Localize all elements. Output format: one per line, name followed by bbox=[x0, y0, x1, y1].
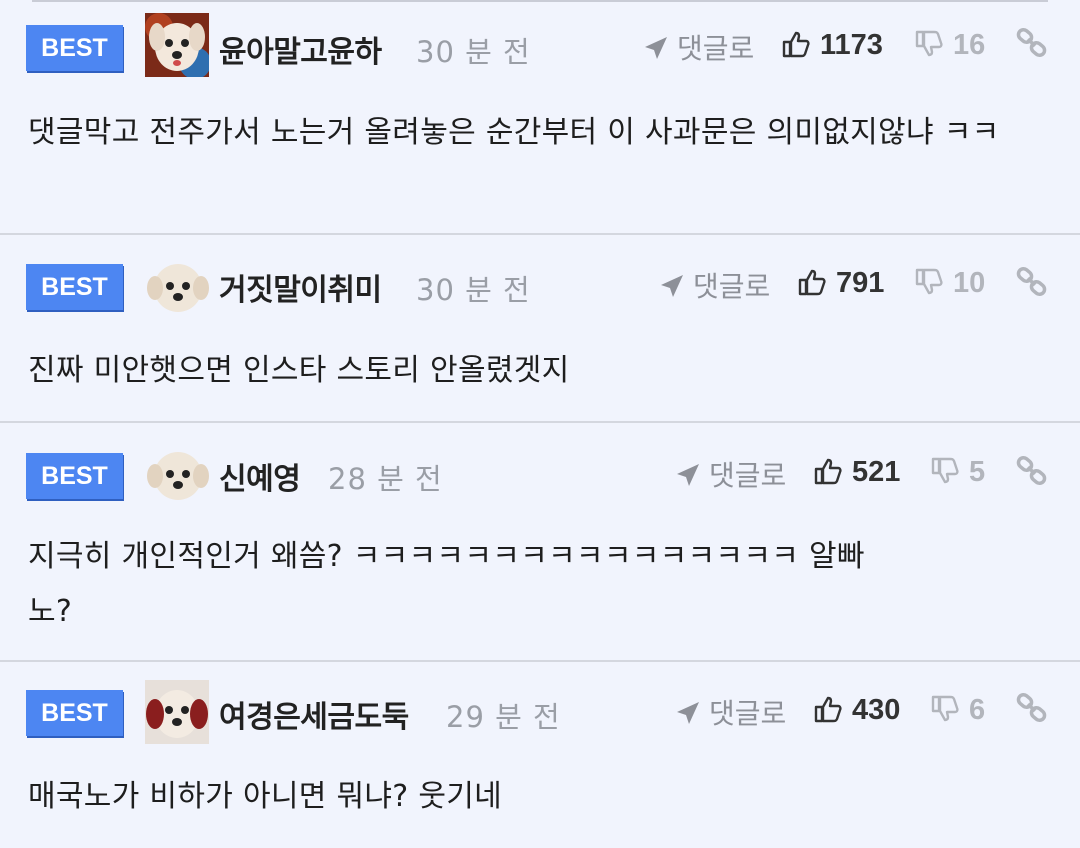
thumbs-down-icon bbox=[915, 30, 943, 57]
reply-button[interactable]: 댓글로 bbox=[675, 692, 786, 732]
reply-label: 댓글로 bbox=[709, 697, 787, 730]
best-badge: BEST bbox=[26, 264, 123, 310]
reply-arrow-icon bbox=[677, 464, 699, 486]
comment-item: BEST 윤아말고윤하 30 분 전 댓글로 1173 16 댓글막고 전주가서… bbox=[0, 0, 1080, 235]
dislike-count: 5 bbox=[969, 456, 986, 488]
link-icon[interactable] bbox=[1016, 27, 1048, 59]
reply-arrow-icon bbox=[645, 37, 667, 59]
comment-item: BEST 거짓말이취미 30 분 전 댓글로 791 10 진짜 미안햇으면 인… bbox=[0, 235, 1080, 423]
dislike-button[interactable]: 10 bbox=[915, 267, 985, 300]
username[interactable]: 거짓말이취미 bbox=[219, 265, 382, 309]
dislike-button[interactable]: 5 bbox=[931, 456, 985, 489]
dislike-button[interactable]: 16 bbox=[915, 29, 985, 62]
thumbs-down-icon bbox=[915, 268, 943, 295]
timestamp: 28 분 전 bbox=[328, 462, 443, 496]
reply-label: 댓글로 bbox=[693, 270, 771, 303]
thumbs-up-icon bbox=[782, 31, 810, 58]
timestamp: 30 분 전 bbox=[416, 35, 531, 69]
thumbs-down-icon bbox=[931, 695, 959, 722]
comment-text: 댓글막고 전주가서 노는거 올려놓은 순간부터 이 사과문은 의미없지않냐 ㅋㅋ bbox=[28, 115, 1000, 150]
reply-label: 댓글로 bbox=[709, 459, 787, 492]
reply-label: 댓글로 bbox=[677, 32, 755, 65]
best-badge: BEST bbox=[26, 453, 123, 499]
avatar[interactable] bbox=[146, 258, 210, 314]
like-button[interactable]: 430 bbox=[814, 694, 900, 727]
avatar[interactable] bbox=[146, 446, 210, 502]
like-button[interactable]: 1173 bbox=[782, 29, 883, 62]
like-count: 521 bbox=[852, 456, 901, 488]
comment-text: 지극히 개인적인거 왜씀? ㅋㅋㅋㅋㅋㅋㅋㅋㅋㅋㅋㅋㅋㅋㅋㅋ 알빠노? bbox=[28, 539, 865, 629]
reply-button[interactable]: 댓글로 bbox=[675, 454, 786, 494]
like-count: 791 bbox=[836, 267, 885, 299]
dislike-button[interactable]: 6 bbox=[931, 694, 985, 727]
like-count: 1173 bbox=[820, 29, 883, 61]
username[interactable]: 여경은세금도둑 bbox=[219, 692, 409, 736]
dislike-count: 6 bbox=[969, 694, 986, 726]
username[interactable]: 윤아말고윤하 bbox=[219, 27, 382, 71]
best-badge: BEST bbox=[26, 690, 123, 736]
timestamp: 30 분 전 bbox=[416, 273, 531, 307]
reply-button[interactable]: 댓글로 bbox=[659, 265, 770, 305]
comment-item: BEST 신예영 28 분 전 댓글로 521 5 지극히 개인적인거 왜씀? … bbox=[0, 423, 1080, 662]
link-icon[interactable] bbox=[1016, 266, 1048, 298]
like-count: 430 bbox=[852, 694, 901, 726]
reply-arrow-icon bbox=[677, 702, 699, 724]
comment-item: BEST 여경은세금도둑 29 분 전 댓글로 430 6 매국노가 비하가 아… bbox=[0, 662, 1080, 848]
username[interactable]: 신예영 bbox=[219, 454, 301, 498]
best-badge: BEST bbox=[26, 25, 123, 71]
timestamp: 29 분 전 bbox=[446, 700, 561, 734]
avatar[interactable] bbox=[145, 13, 209, 77]
thumbs-up-icon bbox=[814, 458, 842, 485]
link-icon[interactable] bbox=[1016, 692, 1048, 724]
dislike-count: 16 bbox=[953, 29, 986, 61]
comment-text: 매국노가 비하가 아니면 뭐냐? 웃기네 bbox=[28, 779, 503, 814]
thumbs-up-icon bbox=[798, 269, 826, 296]
link-icon[interactable] bbox=[1016, 455, 1048, 487]
reply-button[interactable]: 댓글로 bbox=[643, 27, 754, 67]
like-button[interactable]: 791 bbox=[798, 267, 884, 300]
dislike-count: 10 bbox=[953, 267, 986, 299]
avatar[interactable] bbox=[145, 680, 209, 744]
like-button[interactable]: 521 bbox=[814, 456, 900, 489]
comment-text: 진짜 미안햇으면 인스타 스토리 안올렸겟지 bbox=[28, 353, 570, 388]
thumbs-up-icon bbox=[814, 696, 842, 723]
reply-arrow-icon bbox=[661, 275, 683, 297]
thumbs-down-icon bbox=[931, 457, 959, 484]
